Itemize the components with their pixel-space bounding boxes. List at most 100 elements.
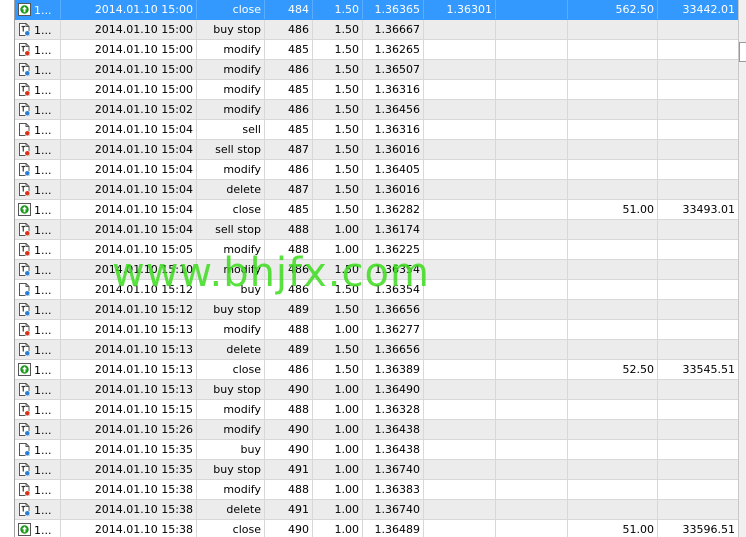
- table-row[interactable]: 1... 2014.01.10 15:12 buy stop 489 1.50 1.366…: [15, 300, 738, 320]
- profit-cell: [568, 340, 658, 359]
- row-icon-cell: 1...: [15, 480, 61, 499]
- order-cell: 487: [265, 180, 313, 199]
- row-id: 1...: [34, 523, 52, 537]
- size-cell: 1.00: [313, 320, 363, 339]
- order-cell: 488: [265, 320, 313, 339]
- row-id: 1...: [34, 203, 52, 217]
- type-cell: modify: [197, 240, 265, 259]
- tp-cell: [496, 460, 568, 479]
- row-icon-cell: 1...: [15, 320, 61, 339]
- balance-cell: 33442.01: [658, 0, 738, 19]
- sl-cell: [424, 340, 496, 359]
- order-cell: 490: [265, 420, 313, 439]
- order-cell: 488: [265, 400, 313, 419]
- table-row[interactable]: 1... 2014.01.10 15:35 buy 490 1.00 1.36438: [15, 440, 738, 460]
- row-icon-cell: 1...: [15, 440, 61, 459]
- scrollbar-thumb[interactable]: [739, 42, 746, 62]
- type-cell: sell: [197, 120, 265, 139]
- row-id: 1...: [34, 63, 52, 77]
- modify-sell-icon: [18, 42, 31, 56]
- table-row[interactable]: 1... 2014.01.10 15:13 close 486 1.50 1.36389 5…: [15, 360, 738, 380]
- table-row[interactable]: 1... 2014.01.10 15:02 modify 486 1.50 1.36456: [15, 100, 738, 120]
- modify-buy-icon: [18, 422, 31, 436]
- row-id: 1...: [34, 343, 52, 357]
- profit-cell: [568, 20, 658, 39]
- type-cell: delete: [197, 340, 265, 359]
- row-icon-cell: 1...: [15, 200, 61, 219]
- price-cell: 1.36365: [363, 0, 424, 19]
- profit-cell: [568, 160, 658, 179]
- buy-stop-icon: [18, 22, 31, 36]
- table-row[interactable]: 1... 2014.01.10 15:13 modify 488 1.00 1.36277: [15, 320, 738, 340]
- size-cell: 1.50: [313, 40, 363, 59]
- table-row[interactable]: 1... 2014.01.10 15:13 delete 489 1.50 1.36656: [15, 340, 738, 360]
- row-id: 1...: [34, 423, 52, 437]
- sl-cell: [424, 400, 496, 419]
- table-row[interactable]: 1... 2014.01.10 15:35 buy stop 491 1.00 1.367…: [15, 460, 738, 480]
- table-row[interactable]: 1... 2014.01.10 15:04 modify 486 1.50 1.36405: [15, 160, 738, 180]
- row-id: 1...: [34, 243, 52, 257]
- type-cell: modify: [197, 60, 265, 79]
- row-icon-cell: 1...: [15, 120, 61, 139]
- table-row[interactable]: 1... 2014.01.10 15:00 close 484 1.50 1.36365 1…: [15, 0, 738, 20]
- table-row[interactable]: 1... 2014.01.10 15:13 buy stop 490 1.00 1.364…: [15, 380, 738, 400]
- table-row[interactable]: 1... 2014.01.10 15:04 sell 485 1.50 1.36316: [15, 120, 738, 140]
- row-id: 1...: [34, 363, 52, 377]
- row-id: 1...: [34, 143, 52, 157]
- type-cell: modify: [197, 160, 265, 179]
- table-row[interactable]: 1... 2014.01.10 15:00 modify 485 1.50 1.36265: [15, 40, 738, 60]
- table-row[interactable]: 1... 2014.01.10 15:10 modify 486 1.50 1.36354: [15, 260, 738, 280]
- table-row[interactable]: 1... 2014.01.10 15:38 delete 491 1.00 1.36740: [15, 500, 738, 520]
- balance-cell: [658, 220, 738, 239]
- time-cell: 2014.01.10 15:38: [61, 480, 197, 499]
- table-row[interactable]: 1... 2014.01.10 15:00 buy stop 486 1.50 1.366…: [15, 20, 738, 40]
- profit-cell: [568, 80, 658, 99]
- table-row[interactable]: 1... 2014.01.10 15:04 sell stop 488 1.00 1.36…: [15, 220, 738, 240]
- profit-cell: [568, 480, 658, 499]
- size-cell: 1.50: [313, 300, 363, 319]
- price-cell: 1.36490: [363, 380, 424, 399]
- row-icon-cell: 1...: [15, 20, 61, 39]
- time-cell: 2014.01.10 15:38: [61, 500, 197, 519]
- vertical-scrollbar[interactable]: [738, 0, 746, 537]
- close-arrow-icon: [18, 362, 31, 376]
- table-row[interactable]: 1... 2014.01.10 15:15 modify 488 1.00 1.36328: [15, 400, 738, 420]
- size-cell: 1.00: [313, 500, 363, 519]
- sl-cell: [424, 220, 496, 239]
- row-icon-cell: 1...: [15, 400, 61, 419]
- table-row[interactable]: 1... 2014.01.10 15:38 modify 488 1.00 1.36383: [15, 480, 738, 500]
- balance-cell: 33545.51: [658, 360, 738, 379]
- size-cell: 1.00: [313, 240, 363, 259]
- order-cell: 490: [265, 520, 313, 537]
- order-cell: 486: [265, 20, 313, 39]
- tp-cell: [496, 60, 568, 79]
- table-body: 1... 2014.01.10 15:00 close 484 1.50 1.36365 1…: [15, 0, 738, 537]
- time-cell: 2014.01.10 15:13: [61, 380, 197, 399]
- row-id: 1...: [34, 43, 52, 57]
- order-cell: 486: [265, 160, 313, 179]
- profit-cell: [568, 380, 658, 399]
- table-row[interactable]: 1... 2014.01.10 15:05 modify 488 1.00 1.36225: [15, 240, 738, 260]
- table-row[interactable]: 1... 2014.01.10 15:38 close 490 1.00 1.36489 5…: [15, 520, 738, 537]
- table-row[interactable]: 1... 2014.01.10 15:04 close 485 1.50 1.36282 5…: [15, 200, 738, 220]
- table-row[interactable]: 1... 2014.01.10 15:00 modify 486 1.50 1.36507: [15, 60, 738, 80]
- tp-cell: [496, 420, 568, 439]
- table-row[interactable]: 1... 2014.01.10 15:26 modify 490 1.00 1.36438: [15, 420, 738, 440]
- balance-cell: [658, 340, 738, 359]
- price-cell: 1.36438: [363, 420, 424, 439]
- buy-icon: [18, 282, 31, 296]
- price-cell: 1.36277: [363, 320, 424, 339]
- table-row[interactable]: 1... 2014.01.10 15:04 sell stop 487 1.50 1.36…: [15, 140, 738, 160]
- price-cell: 1.36016: [363, 140, 424, 159]
- tp-cell: [496, 200, 568, 219]
- type-cell: modify: [197, 80, 265, 99]
- balance-cell: [658, 480, 738, 499]
- row-id: 1...: [34, 483, 52, 497]
- table-row[interactable]: 1... 2014.01.10 15:12 buy 486 1.50 1.36354: [15, 280, 738, 300]
- price-cell: 1.36456: [363, 100, 424, 119]
- sl-cell: [424, 240, 496, 259]
- table-row[interactable]: 1... 2014.01.10 15:00 modify 485 1.50 1.36316: [15, 80, 738, 100]
- table-row[interactable]: 1... 2014.01.10 15:04 delete 487 1.50 1.36016: [15, 180, 738, 200]
- sl-cell: [424, 60, 496, 79]
- order-cell: 486: [265, 100, 313, 119]
